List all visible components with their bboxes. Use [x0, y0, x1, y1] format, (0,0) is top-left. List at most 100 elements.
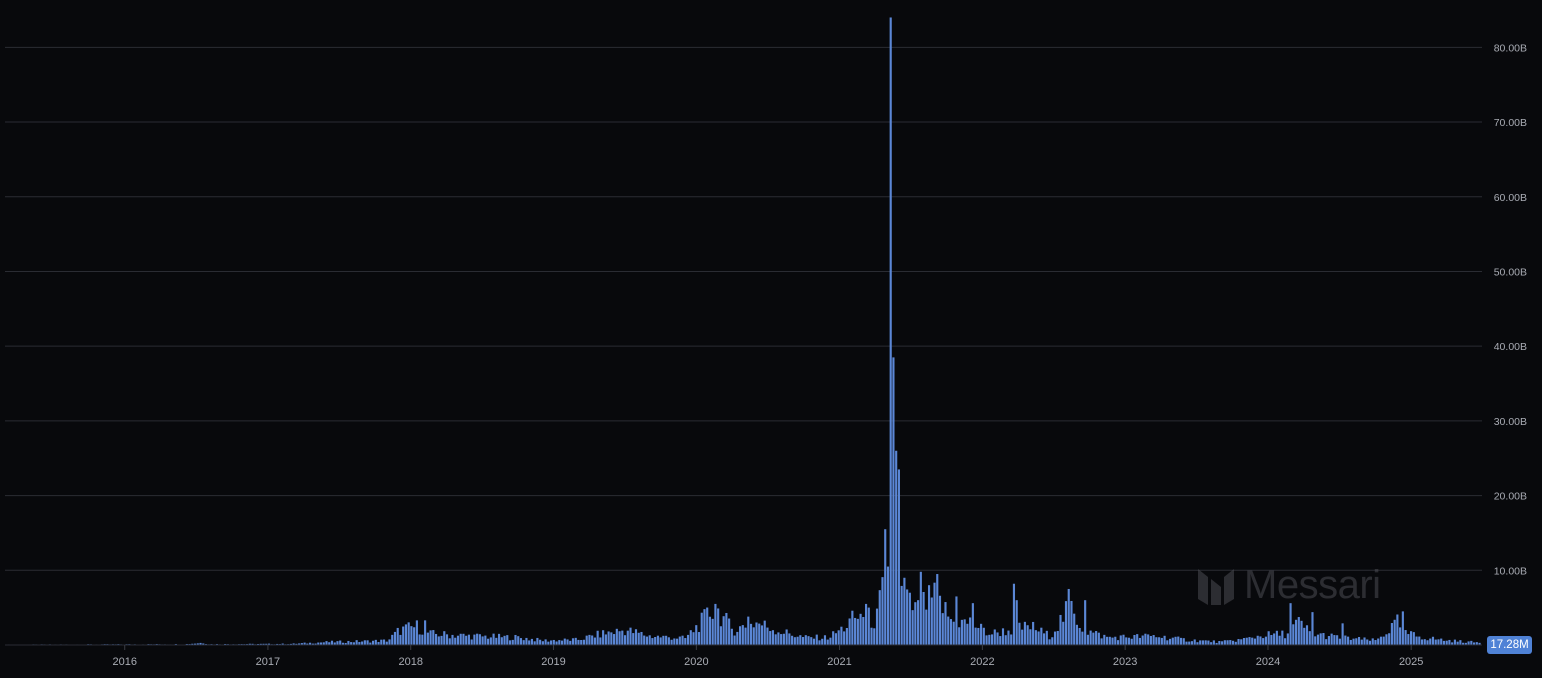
volume-bar [895, 450, 898, 645]
y-tick-label: 80.00B [1494, 42, 1527, 54]
volume-bar [1396, 614, 1399, 645]
volume-bar [837, 630, 840, 645]
volume-bar [525, 637, 528, 645]
volume-bar [1445, 640, 1448, 645]
volume-bar [875, 608, 879, 645]
volume-bar [681, 635, 684, 645]
volume-bar [818, 640, 821, 645]
volume-bar [941, 613, 944, 645]
volume-bar [725, 612, 728, 645]
volume-bar [580, 640, 583, 645]
volume-bar [851, 610, 854, 645]
volume-bar [1021, 629, 1024, 645]
volume-bar [662, 635, 665, 645]
volume-bar [555, 641, 558, 645]
volume-bar [1459, 640, 1462, 645]
volume-bar [1267, 631, 1270, 645]
volume-bar [1201, 640, 1204, 645]
volume-bar [1374, 640, 1377, 645]
volume-bar [558, 640, 561, 645]
volume-bar [665, 635, 668, 645]
x-tick-label: 2021 [827, 656, 851, 668]
volume-bar [1062, 621, 1065, 645]
y-tick-label: 70.00B [1494, 117, 1527, 129]
volume-bar [432, 630, 435, 645]
volume-bar [774, 634, 777, 645]
volume-bar [1360, 639, 1363, 645]
volume-bar [906, 589, 909, 645]
volume-bar [922, 592, 925, 645]
volume-bar [1327, 636, 1330, 645]
volume-bar [840, 626, 843, 645]
volume-bar [1116, 640, 1120, 645]
volume-bar [1366, 639, 1369, 645]
volume-bar [1467, 641, 1470, 645]
volume-bar [689, 630, 692, 645]
volume-bar [1108, 636, 1111, 645]
volume-bar [747, 616, 750, 645]
volume-bar [1190, 641, 1194, 645]
volume-bar [1303, 627, 1306, 645]
volume-bar [730, 628, 733, 645]
volume-bar [815, 634, 818, 645]
volume-bar [856, 618, 859, 645]
volume-bar [760, 625, 764, 645]
volume-bar [382, 639, 386, 645]
volume-bar [999, 636, 1002, 645]
volume-bar [1122, 634, 1125, 645]
volume-bar [1026, 625, 1029, 645]
volume-bar [497, 633, 501, 645]
volume-bar [1174, 636, 1177, 645]
volume-bar [1423, 639, 1426, 645]
volume-bar [796, 636, 799, 645]
volume-bar [407, 622, 410, 645]
volume-bar [451, 634, 454, 645]
volume-bar [1357, 636, 1361, 645]
volume-bar [424, 620, 427, 645]
volume-bar [1308, 631, 1311, 645]
volume-bar [1314, 636, 1317, 645]
volume-bar [645, 636, 649, 645]
volume-bar [1437, 639, 1440, 645]
volume-bar [1371, 638, 1374, 645]
volume-bar [528, 640, 531, 645]
volume-bar [511, 639, 514, 645]
volume-bar [1212, 640, 1215, 645]
bar-series [5, 17, 1481, 646]
volume-bar [769, 631, 772, 645]
volume-bar [1147, 634, 1150, 645]
volume-bar [766, 627, 769, 645]
volume-bar [854, 617, 857, 645]
volume-bar [667, 637, 670, 645]
volume-bar [459, 633, 462, 645]
volume-bar [1138, 637, 1142, 645]
volume-bar [1103, 634, 1106, 645]
volume-bar [1204, 640, 1207, 645]
volume-bar [1078, 628, 1081, 645]
volume-bar [404, 624, 408, 645]
volume-bar [1382, 636, 1385, 645]
volume-bar [462, 633, 465, 645]
volume-bar [791, 635, 794, 645]
volume-bar [1043, 633, 1046, 645]
volume-bar [1023, 621, 1026, 645]
volume-bar [711, 618, 714, 645]
volume-bar [1404, 630, 1407, 645]
volume-bar [892, 357, 895, 645]
volume-bar [1075, 624, 1079, 645]
volume-bar [864, 603, 868, 645]
volume-bar [426, 632, 429, 645]
x-tick-label: 2019 [541, 656, 565, 668]
volume-bar [1221, 641, 1224, 645]
volume-bar [1407, 634, 1410, 645]
volume-bar [391, 634, 394, 645]
volume-bar [440, 635, 443, 645]
volume-bar [700, 612, 703, 645]
volume-bar [569, 640, 572, 645]
volume-bar [607, 631, 610, 645]
volume-bar [591, 635, 594, 645]
y-axis-ticks: 10.00B 20.00B 30.00B 40.00B 50.00B 60.00B 70.0… [1494, 42, 1527, 577]
volume-bar [1084, 600, 1087, 645]
volume-bar [947, 616, 950, 645]
volume-bar [1401, 611, 1404, 645]
